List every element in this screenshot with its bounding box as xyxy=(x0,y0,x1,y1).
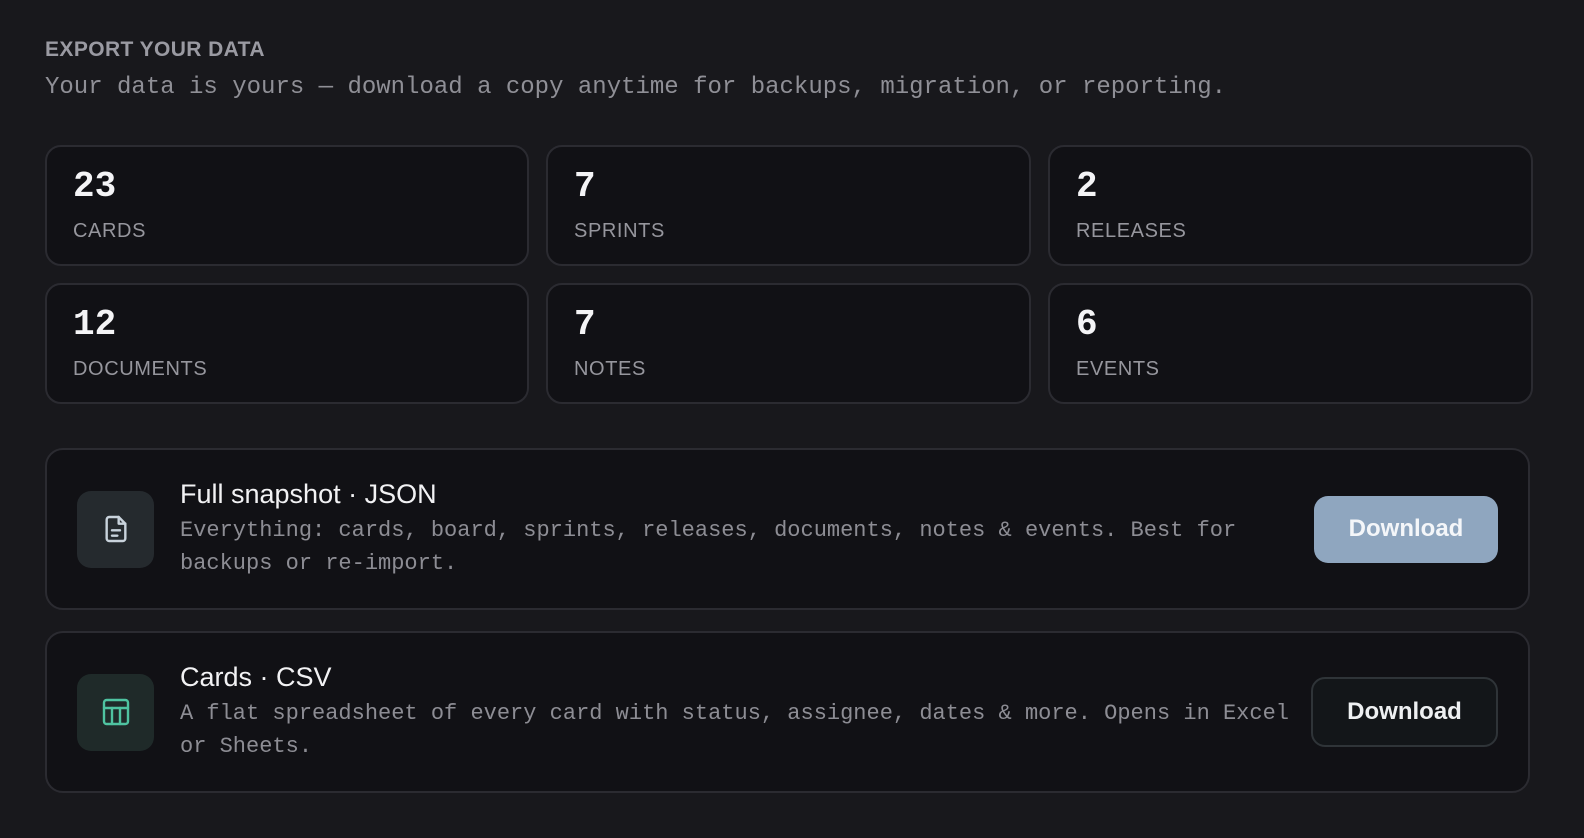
stat-card-cards: 23 CARDS xyxy=(45,145,529,266)
stat-card-releases: 2 RELEASES xyxy=(1048,145,1533,266)
stat-label: DOCUMENTS xyxy=(73,358,208,380)
stat-card-documents: 12 DOCUMENTS xyxy=(45,283,529,404)
file-text-icon xyxy=(77,490,154,568)
export-csv-text: Cards · CSV A flat spreadsheet of every … xyxy=(180,661,1311,763)
section-title: EXPORT YOUR DATA xyxy=(45,38,265,61)
stat-label: RELEASES xyxy=(1076,220,1187,242)
stat-label: SPRINTS xyxy=(574,220,665,242)
table-icon xyxy=(77,673,154,751)
export-csv-description: A flat spreadsheet of every card with st… xyxy=(180,701,1289,759)
export-options: Full snapshot · JSON Everything: cards, … xyxy=(45,448,1539,793)
export-csv-row: Cards · CSV A flat spreadsheet of every … xyxy=(45,631,1530,793)
export-json-title: Full snapshot · JSON xyxy=(180,479,437,509)
export-json-text: Full snapshot · JSON Everything: cards, … xyxy=(180,478,1314,580)
stat-label: NOTES xyxy=(574,358,646,380)
stat-value: 6 xyxy=(1076,304,1098,345)
stat-card-events: 6 EVENTS xyxy=(1048,283,1533,404)
stat-value: 23 xyxy=(73,166,117,207)
export-json-description: Everything: cards, board, sprints, relea… xyxy=(180,518,1237,576)
stat-value: 12 xyxy=(73,304,117,345)
stat-value: 7 xyxy=(574,166,596,207)
stat-value: 2 xyxy=(1076,166,1098,207)
stat-label: EVENTS xyxy=(1076,358,1160,380)
stat-value: 7 xyxy=(574,304,596,345)
stats-grid: 23 CARDS 7 SPRINTS 2 RELEASES 12 DOCUMEN… xyxy=(45,145,1539,404)
stat-label: CARDS xyxy=(73,220,147,242)
download-json-button[interactable]: Download xyxy=(1314,495,1498,563)
stat-card-sprints: 7 SPRINTS xyxy=(546,145,1031,266)
section-description: Your data is yours — download a copy any… xyxy=(45,74,1226,101)
export-csv-title: Cards · CSV xyxy=(180,662,332,692)
download-csv-button[interactable]: Download xyxy=(1311,677,1498,747)
export-json-row: Full snapshot · JSON Everything: cards, … xyxy=(45,448,1530,610)
stat-card-notes: 7 NOTES xyxy=(546,283,1031,404)
export-data-page: EXPORT YOUR DATA Your data is yours — do… xyxy=(0,0,1584,838)
